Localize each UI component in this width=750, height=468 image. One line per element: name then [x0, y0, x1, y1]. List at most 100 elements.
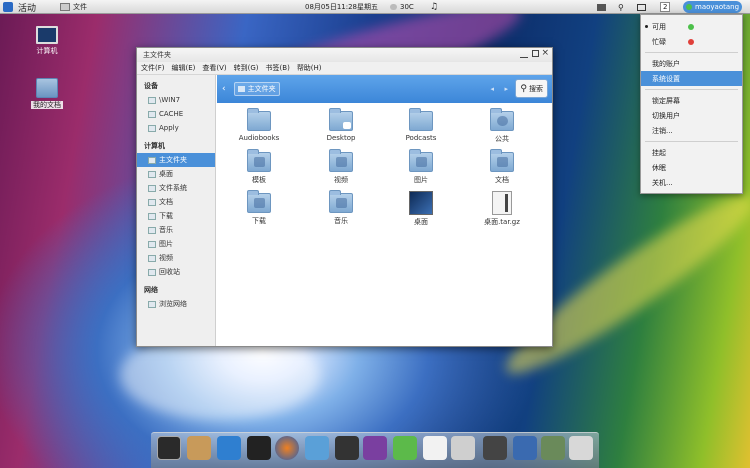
sidebar-item-videos[interactable]: 视频	[137, 251, 215, 265]
close-icon[interactable]: ×	[541, 48, 549, 58]
menu-log-out[interactable]: 注销...	[641, 123, 742, 138]
symlink-folder-icon	[329, 108, 353, 131]
file-item-documents[interactable]: 文档	[472, 149, 532, 185]
menu-bookmarks[interactable]: 书签(B)	[266, 63, 290, 73]
activities-button[interactable]: 活动	[3, 0, 36, 14]
image-viewer-icon[interactable]	[513, 436, 537, 460]
folder-icon	[148, 198, 156, 206]
chat-icon[interactable]	[305, 436, 329, 460]
minimize-icon[interactable]	[520, 51, 528, 58]
file-item-archive[interactable]: 桌面.tar.gz	[472, 191, 532, 227]
prev-location-icon[interactable]: ◂	[490, 85, 494, 93]
sidebar-item-downloads[interactable]: 下载	[137, 209, 215, 223]
workspace-indicator[interactable]: 2	[660, 0, 671, 14]
search-button[interactable]: ⚲ 搜索	[515, 79, 548, 98]
sidebar-item-label: \WIN7	[159, 96, 181, 104]
menu-lock-screen[interactable]: 锁定屏幕	[641, 93, 742, 108]
text-editor-icon[interactable]	[423, 436, 447, 460]
package-installer-icon[interactable]	[187, 436, 211, 460]
sidebar-item-trash[interactable]: 回收站	[137, 265, 215, 279]
file-item-downloads[interactable]: 下载	[229, 190, 289, 226]
desktop-icon-documents[interactable]: 我的文档	[27, 78, 67, 110]
status-available[interactable]: 可用	[641, 19, 742, 34]
menu-edit[interactable]: 编辑(E)	[172, 63, 196, 73]
app-menu-label: 文件	[73, 3, 87, 11]
video-editor-icon[interactable]	[483, 436, 507, 460]
software-center-icon[interactable]	[335, 436, 359, 460]
file-item-desktop-shortcut[interactable]: 桌面	[391, 191, 451, 227]
devices-heading: 设备	[144, 82, 158, 90]
file-item-audiobooks[interactable]: Audiobooks	[229, 108, 289, 142]
music-icon	[148, 226, 156, 234]
sidebar-item-home[interactable]: 主文件夹	[137, 153, 215, 167]
clock[interactable]: 08月05日11:28星期五	[305, 0, 378, 14]
sidebar-item-label: CACHE	[159, 110, 184, 118]
network-icon	[148, 300, 156, 308]
sidebar-item-label: 回收站	[159, 268, 180, 276]
menu-power-off[interactable]: 关机...	[641, 175, 742, 190]
path-button-home[interactable]: 主文件夹	[233, 82, 280, 96]
download-icon	[148, 212, 156, 220]
home-icon	[237, 86, 245, 92]
folder-indicator[interactable]	[597, 0, 606, 14]
sidebar-item-win7[interactable]: \WIN7	[137, 93, 215, 107]
media-player-icon[interactable]	[247, 436, 271, 460]
datetime-text: 08月05日11:28星期五	[305, 3, 378, 11]
file-item-podcasts[interactable]: Podcasts	[391, 108, 451, 142]
menu-go[interactable]: 转到(G)	[234, 63, 259, 73]
sidebar-item-music[interactable]: 音乐	[137, 223, 215, 237]
sidebar-item-desktop[interactable]: 桌面	[137, 167, 215, 181]
file-item-templates[interactable]: 模板	[229, 149, 289, 185]
menu-label: 挂起	[652, 148, 666, 157]
picture-icon	[148, 240, 156, 248]
next-location-icon[interactable]: ▸	[504, 85, 508, 93]
menu-help[interactable]: 帮助(H)	[297, 63, 322, 73]
accessibility-indicator[interactable]: ⚲	[618, 0, 624, 14]
weather[interactable]: 30C	[390, 0, 414, 14]
computer-heading: 计算机	[144, 142, 165, 150]
browser-b-icon[interactable]	[217, 436, 241, 460]
menu-bar: 文件(F) 编辑(E) 查看(V) 转到(G) 书签(B) 帮助(H)	[137, 62, 552, 75]
file-item-public[interactable]: 公共	[472, 108, 532, 144]
path-label: 主文件夹	[247, 85, 276, 93]
system-monitor-icon[interactable]	[157, 436, 181, 460]
sidebar-item-filesystem[interactable]: 文件系统	[137, 181, 215, 195]
firefox-icon[interactable]	[275, 436, 299, 460]
home-folder-icon	[36, 78, 58, 98]
menu-suspend[interactable]: 挂起	[641, 145, 742, 160]
status-busy[interactable]: 忙碌	[641, 34, 742, 49]
sidebar-item-cache[interactable]: CACHE	[137, 107, 215, 121]
trash-icon[interactable]	[569, 436, 593, 460]
activities-label: 活动	[18, 3, 37, 14]
sidebar-item-pictures[interactable]: 图片	[137, 237, 215, 251]
music-indicator[interactable]: ♫	[430, 0, 438, 14]
photos-icon[interactable]	[541, 436, 565, 460]
menu-view[interactable]: 查看(V)	[202, 63, 226, 73]
menu-my-account[interactable]: 我的账户	[641, 56, 742, 71]
menu-switch-user[interactable]: 切换用户	[641, 108, 742, 123]
qq-icon[interactable]	[393, 436, 417, 460]
window-titlebar[interactable]: 主文件夹 ×	[137, 48, 552, 62]
back-icon[interactable]: ‹	[222, 84, 226, 94]
maximize-icon[interactable]	[532, 50, 539, 57]
sidebar-item-browse-network[interactable]: 浏览网络	[137, 297, 215, 311]
menu-system-settings[interactable]: 系统设置	[641, 71, 742, 86]
messenger-icon[interactable]	[363, 436, 387, 460]
app-menu[interactable]: 文件	[60, 0, 87, 14]
file-item-videos[interactable]: 视频	[311, 149, 371, 185]
archive-icon	[492, 191, 512, 215]
menu-label: 切换用户	[652, 111, 680, 120]
file-item-music[interactable]: 音乐	[311, 190, 371, 226]
disk-utility-icon[interactable]	[451, 436, 475, 460]
menu-hibernate[interactable]: 休眠	[641, 160, 742, 175]
file-item-desktop[interactable]: Desktop	[311, 108, 371, 142]
menu-separator	[645, 141, 738, 142]
sidebar-item-label: 文件系统	[159, 184, 187, 192]
sidebar-item-documents[interactable]: 文档	[137, 195, 215, 209]
user-menu-button[interactable]: maoyaotang	[683, 1, 743, 13]
desktop-icon-computer[interactable]: 计算机	[27, 26, 67, 56]
file-item-pictures[interactable]: 图片	[391, 149, 451, 185]
network-indicator[interactable]	[637, 0, 646, 14]
menu-file[interactable]: 文件(F)	[141, 63, 165, 73]
sidebar-item-apply[interactable]: Apply	[137, 121, 215, 135]
